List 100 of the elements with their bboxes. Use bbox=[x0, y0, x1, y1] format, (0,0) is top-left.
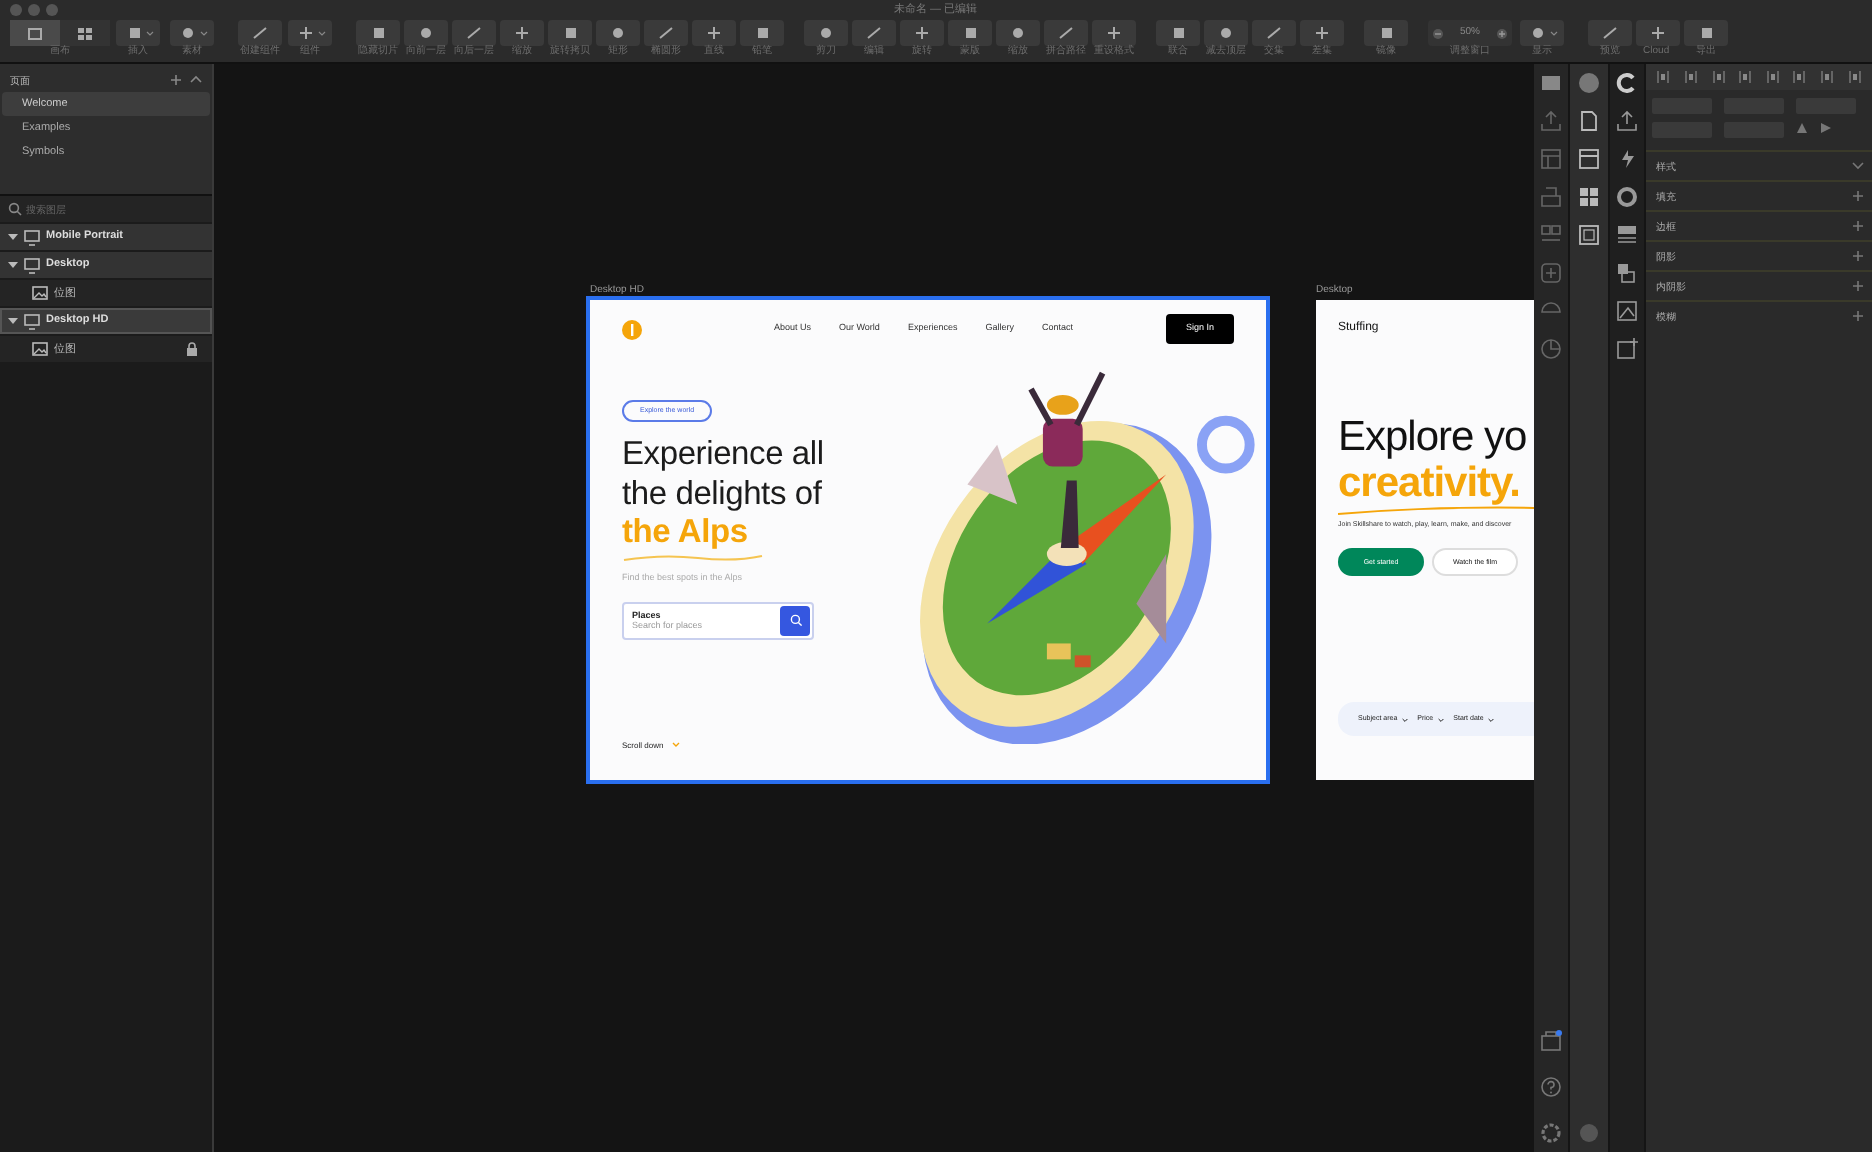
logo-icon bbox=[622, 319, 642, 339]
view-toggle-button[interactable] bbox=[10, 20, 60, 46]
toolbar-button[interactable] bbox=[1203, 20, 1247, 46]
toolbar-button[interactable] bbox=[1363, 20, 1407, 46]
tool-icon bbox=[863, 24, 883, 42]
tool-icon bbox=[607, 24, 627, 42]
toolbar-button[interactable] bbox=[1043, 20, 1087, 46]
lightning-icon[interactable] bbox=[1616, 148, 1638, 170]
chevron-down-icon[interactable] bbox=[1852, 160, 1864, 172]
gift-icon[interactable] bbox=[1540, 1030, 1562, 1052]
toolbar-button[interactable] bbox=[547, 20, 591, 46]
align-icon[interactable] bbox=[1765, 70, 1780, 84]
toolbar-button[interactable] bbox=[1683, 20, 1727, 46]
tool-icon bbox=[1311, 24, 1331, 42]
monitor-icon bbox=[24, 313, 40, 329]
toolbar-button[interactable] bbox=[1587, 20, 1631, 46]
underline-stroke bbox=[622, 553, 764, 562]
align-icon[interactable] bbox=[1683, 70, 1698, 84]
align-icon[interactable] bbox=[1711, 70, 1726, 84]
add-frame-icon[interactable] bbox=[1540, 262, 1562, 284]
toolbar-button[interactable] bbox=[803, 20, 847, 46]
toolbar-button[interactable] bbox=[403, 20, 447, 46]
ring-icon[interactable] bbox=[1616, 186, 1638, 208]
window-icon[interactable] bbox=[1578, 148, 1600, 170]
align-icon[interactable] bbox=[1847, 70, 1862, 84]
arc-icon[interactable] bbox=[1616, 72, 1638, 94]
add-image-icon[interactable] bbox=[1616, 338, 1638, 360]
toolbar-menu-button[interactable] bbox=[170, 20, 214, 46]
toolbar-button[interactable] bbox=[643, 20, 687, 46]
layout-icon[interactable] bbox=[1540, 148, 1562, 170]
lock-icon[interactable] bbox=[186, 342, 198, 356]
monitor-icon bbox=[24, 229, 40, 245]
add-icon[interactable] bbox=[1852, 280, 1864, 292]
toolbar-button[interactable] bbox=[237, 20, 281, 46]
toolbar-menu-button[interactable] bbox=[288, 20, 332, 46]
toolbar-button[interactable] bbox=[451, 20, 495, 46]
align-icon[interactable] bbox=[1656, 70, 1671, 84]
add-icon[interactable] bbox=[170, 74, 182, 86]
settings-icon[interactable] bbox=[1540, 1122, 1562, 1144]
toolbar-button[interactable] bbox=[899, 20, 943, 46]
tool-icon bbox=[1599, 24, 1619, 42]
add-icon[interactable] bbox=[1852, 250, 1864, 262]
pie-chart-icon[interactable] bbox=[1540, 338, 1562, 360]
toolbar-button[interactable] bbox=[851, 20, 895, 46]
tool-icon bbox=[1055, 24, 1075, 42]
tool-icon bbox=[815, 24, 835, 42]
hero-highlight: creativity. bbox=[1338, 462, 1522, 506]
disclosure-icon[interactable] bbox=[8, 260, 18, 270]
toolbar-button[interactable] bbox=[1299, 20, 1343, 46]
toolbar-menu-button[interactable] bbox=[1520, 20, 1564, 46]
frame-icon[interactable] bbox=[1578, 224, 1600, 246]
add-icon[interactable] bbox=[1852, 190, 1864, 202]
image-icon[interactable] bbox=[1616, 300, 1638, 322]
tray-icon[interactable] bbox=[1540, 186, 1562, 208]
tool-icon bbox=[1527, 24, 1547, 42]
tool-icon bbox=[655, 24, 675, 42]
toolbar-button[interactable] bbox=[1635, 20, 1679, 46]
upload-icon[interactable] bbox=[1540, 110, 1562, 132]
tool-icon bbox=[703, 24, 723, 42]
zoom-out-icon[interactable] bbox=[1432, 27, 1444, 39]
add-icon[interactable] bbox=[1852, 310, 1864, 322]
toolbar-button[interactable] bbox=[1091, 20, 1135, 46]
zoom-in-icon[interactable] bbox=[1495, 27, 1508, 39]
toolbar-button[interactable] bbox=[355, 20, 399, 46]
help-icon[interactable] bbox=[1540, 1076, 1562, 1098]
align-icon[interactable] bbox=[1738, 70, 1753, 84]
toolbar-menu-button[interactable] bbox=[116, 20, 160, 46]
image-icon[interactable] bbox=[1540, 72, 1562, 94]
grid-icon bbox=[78, 27, 92, 39]
toolbar-button[interactable] bbox=[947, 20, 991, 46]
toolbar-button[interactable] bbox=[691, 20, 735, 46]
tool-icon bbox=[511, 24, 531, 42]
disclosure-icon[interactable] bbox=[8, 232, 18, 242]
list-icon[interactable] bbox=[1616, 224, 1638, 246]
document-icon[interactable] bbox=[1578, 110, 1600, 132]
tool-icon bbox=[415, 24, 435, 42]
tool-icon bbox=[249, 24, 269, 42]
grid-icon[interactable] bbox=[1578, 186, 1600, 208]
tool-icon bbox=[1647, 24, 1667, 42]
align-icon[interactable] bbox=[1820, 70, 1835, 84]
caret-icon bbox=[1401, 717, 1408, 722]
tool-icon bbox=[463, 24, 483, 42]
frames-icon[interactable] bbox=[1540, 224, 1562, 246]
add-icon[interactable] bbox=[1852, 220, 1864, 232]
collapse-icon[interactable] bbox=[190, 74, 202, 86]
view-toggle-button[interactable] bbox=[60, 20, 110, 46]
toolbar-button[interactable] bbox=[1155, 20, 1199, 46]
upload-icon[interactable] bbox=[1616, 110, 1638, 132]
toolbar-button[interactable] bbox=[739, 20, 783, 46]
align-icon[interactable] bbox=[1792, 70, 1807, 84]
toolbar-button[interactable] bbox=[1251, 20, 1295, 46]
image-icon bbox=[32, 286, 48, 300]
toolbar-button[interactable] bbox=[995, 20, 1039, 46]
chevron-down-icon bbox=[671, 742, 680, 748]
disclosure-icon[interactable] bbox=[8, 316, 18, 326]
search-icon bbox=[789, 614, 801, 626]
search-button[interactable] bbox=[780, 605, 810, 635]
toolbar-button[interactable] bbox=[595, 20, 639, 46]
layers-icon[interactable] bbox=[1616, 262, 1638, 284]
toolbar-button[interactable] bbox=[499, 20, 543, 46]
